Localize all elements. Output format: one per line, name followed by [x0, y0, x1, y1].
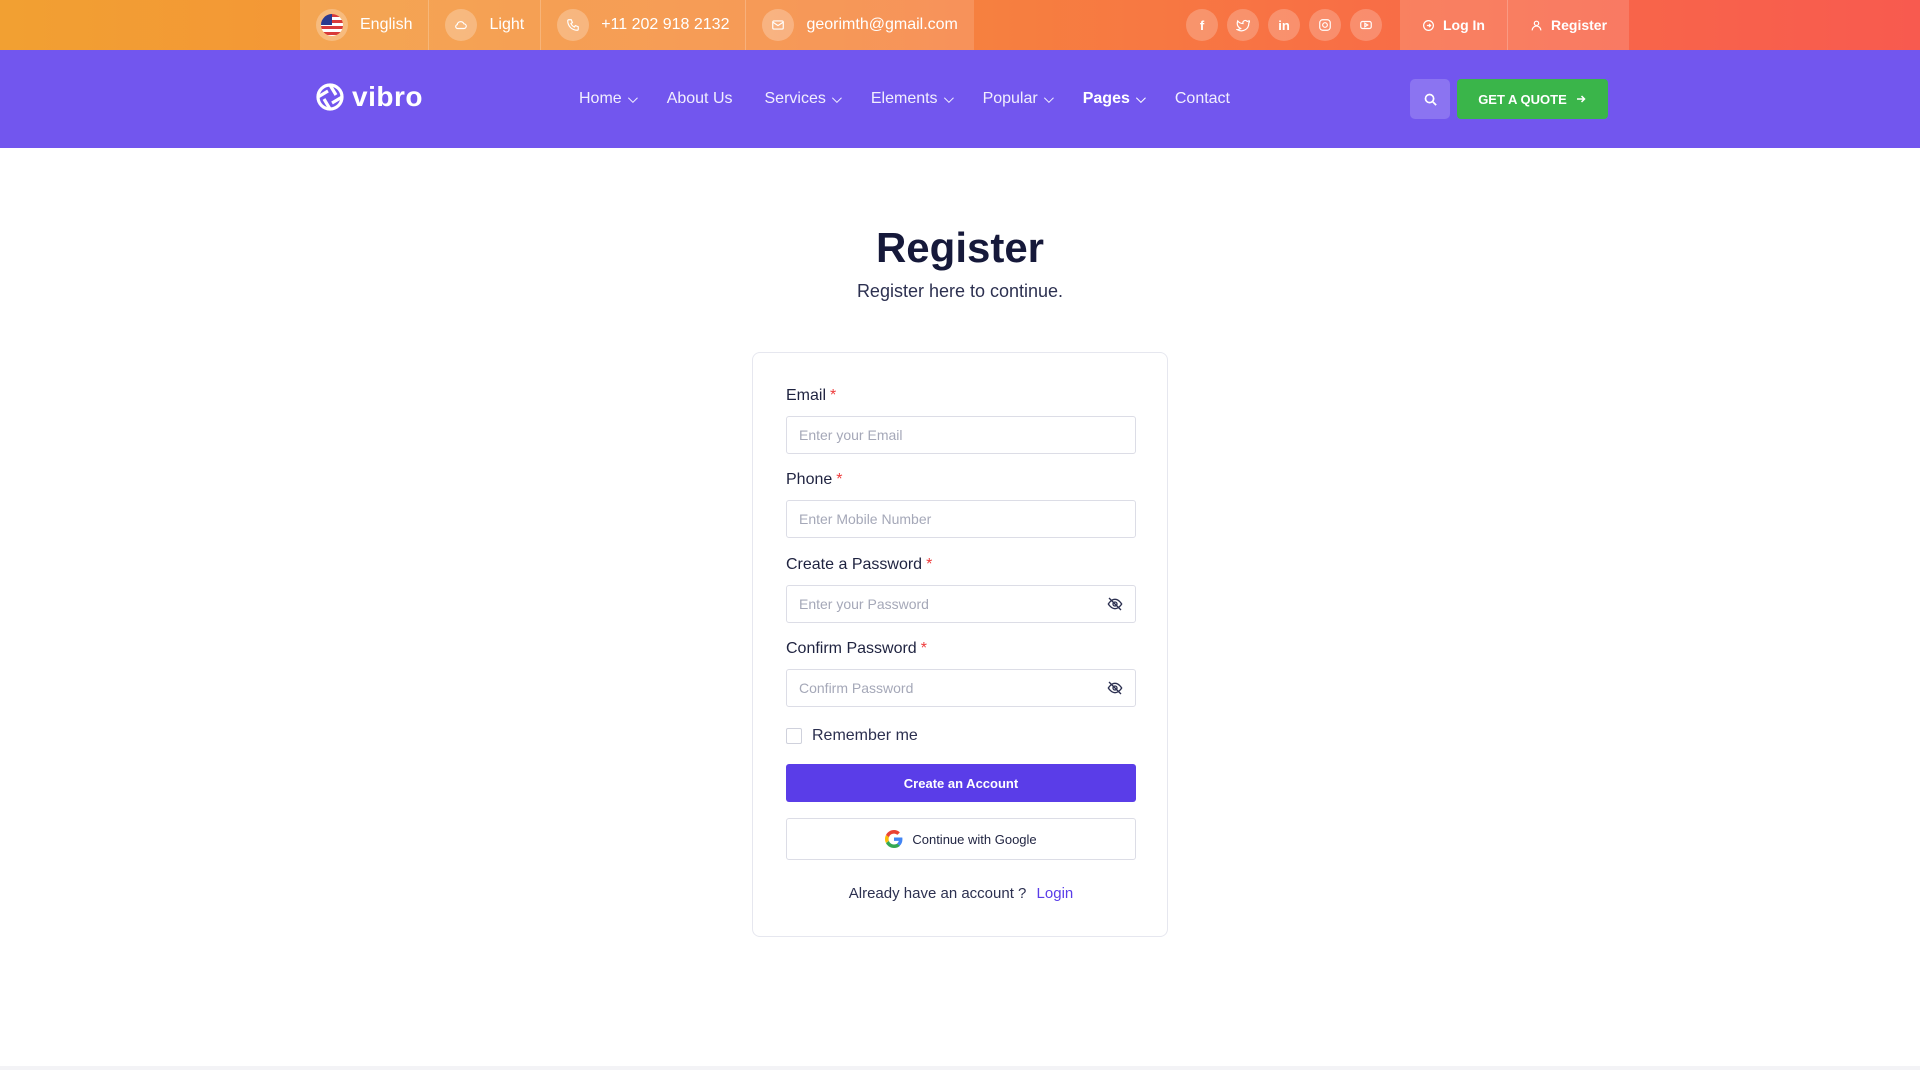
- remember-checkbox[interactable]: [786, 728, 802, 744]
- password-field[interactable]: [786, 585, 1136, 623]
- user-icon: [1531, 20, 1542, 30]
- nav-services-label: Services: [764, 90, 826, 107]
- required-marker: *: [830, 387, 837, 404]
- email-label-text: Email: [786, 387, 827, 404]
- footer-divider: [0, 1066, 1920, 1070]
- get-quote-label: GET A QUOTE: [1478, 91, 1567, 107]
- page-subtitle: Register here to continue.: [856, 281, 1064, 301]
- main-navbar: vibro Home About Us Services Elements Po…: [0, 50, 1920, 148]
- facebook-icon[interactable]: f: [1186, 9, 1218, 41]
- mail-icon: [762, 9, 795, 41]
- phone-icon: [557, 9, 590, 41]
- google-label: Continue with Google: [912, 831, 1037, 847]
- email-field[interactable]: [786, 416, 1136, 454]
- phone-number: +11 202 918 2132: [601, 16, 730, 33]
- twitter-icon[interactable]: [1227, 9, 1259, 41]
- email-label: Email *: [786, 387, 836, 405]
- phone-label: Phone *: [786, 471, 843, 489]
- password-label-text: Create a Password: [786, 556, 923, 573]
- required-marker: *: [836, 471, 843, 488]
- nav-popular-label: Popular: [982, 90, 1038, 107]
- confirm-password-label: Confirm Password *: [786, 640, 927, 658]
- language-selector[interactable]: English: [300, 0, 430, 50]
- login-link[interactable]: Login: [1037, 885, 1074, 902]
- confirm-password-field[interactable]: [786, 669, 1136, 707]
- nav-services[interactable]: Services: [764, 90, 842, 108]
- instagram-icon[interactable]: [1309, 9, 1341, 41]
- nav-pages-label: Pages: [1082, 90, 1130, 107]
- create-account-button[interactable]: Create an Account: [786, 764, 1136, 802]
- chevron-down-icon: [627, 92, 638, 103]
- logo-text: vibro: [352, 81, 423, 112]
- chevron-down-icon: [1135, 92, 1146, 103]
- eye-off-icon[interactable]: [1105, 594, 1125, 614]
- auth-links: Log In Register: [1400, 0, 1630, 50]
- arrow-right-icon: [1576, 95, 1586, 103]
- email-contact[interactable]: georimth@gmail.com: [746, 0, 973, 50]
- flag-icon-wrap: [316, 9, 348, 41]
- theme-toggle[interactable]: Light: [429, 0, 542, 50]
- site-logo[interactable]: vibro: [314, 81, 423, 113]
- nav-contact[interactable]: Contact: [1175, 90, 1230, 108]
- eye-off-icon[interactable]: [1105, 678, 1125, 698]
- remember-me[interactable]: Remember me: [786, 727, 918, 745]
- register-label: Register: [1551, 17, 1608, 33]
- nav-about-label: About Us: [666, 90, 733, 107]
- nav-popular[interactable]: Popular: [982, 90, 1054, 108]
- login-label: Log In: [1443, 17, 1485, 33]
- chevron-down-icon: [943, 92, 954, 103]
- search-button[interactable]: [1410, 79, 1450, 119]
- login-icon: [1423, 19, 1434, 31]
- phone-field[interactable]: [786, 500, 1136, 538]
- language-label: English: [360, 16, 413, 33]
- password-label: Create a Password *: [786, 556, 932, 574]
- youtube-icon[interactable]: [1350, 9, 1382, 41]
- phone-label-text: Phone: [786, 471, 833, 488]
- nav-home-label: Home: [579, 90, 622, 107]
- nav-elements[interactable]: Elements: [870, 90, 954, 108]
- already-text: Already have an account ?: [848, 885, 1027, 902]
- top-bar: English Light +11 202 918 2132 georimth@…: [0, 0, 1920, 50]
- chevron-down-icon: [831, 92, 842, 103]
- nav-menu: Home About Us Services Elements Popular …: [579, 50, 1230, 148]
- search-icon: [1424, 93, 1437, 106]
- cloud-icon: [445, 9, 478, 41]
- nav-elements-label: Elements: [870, 90, 938, 107]
- nav-contact-label: Contact: [1174, 90, 1230, 107]
- google-icon: [885, 830, 903, 848]
- register-link-top[interactable]: Register: [1508, 0, 1629, 50]
- top-bar-info: English Light +11 202 918 2132 georimth@…: [300, 0, 974, 50]
- required-marker: *: [926, 556, 933, 573]
- chevron-down-icon: [1043, 92, 1054, 103]
- us-flag-icon: [321, 14, 343, 36]
- logo-icon: [316, 83, 344, 111]
- get-quote-button[interactable]: GET A QUOTE: [1457, 79, 1608, 119]
- page-title: Register: [875, 224, 1045, 271]
- nav-home[interactable]: Home: [579, 90, 638, 108]
- email-address: georimth@gmail.com: [806, 16, 958, 33]
- nav-pages[interactable]: Pages: [1082, 90, 1146, 108]
- nav-about[interactable]: About Us: [667, 90, 733, 108]
- login-link-top[interactable]: Log In: [1400, 0, 1508, 50]
- confirm-label-text: Confirm Password: [786, 640, 917, 657]
- phone-contact[interactable]: +11 202 918 2132: [541, 0, 747, 50]
- required-marker: *: [920, 640, 927, 657]
- google-signin-button[interactable]: Continue with Google: [786, 818, 1136, 860]
- login-prompt: Already have an account ? Login: [753, 885, 1169, 902]
- register-card: Email* Phone* Create a Password* Confirm…: [752, 352, 1168, 937]
- linkedin-icon[interactable]: in: [1268, 9, 1300, 41]
- social-links: f in: [1186, 9, 1382, 41]
- theme-label: Light: [489, 16, 525, 33]
- remember-label: Remember me: [812, 727, 918, 744]
